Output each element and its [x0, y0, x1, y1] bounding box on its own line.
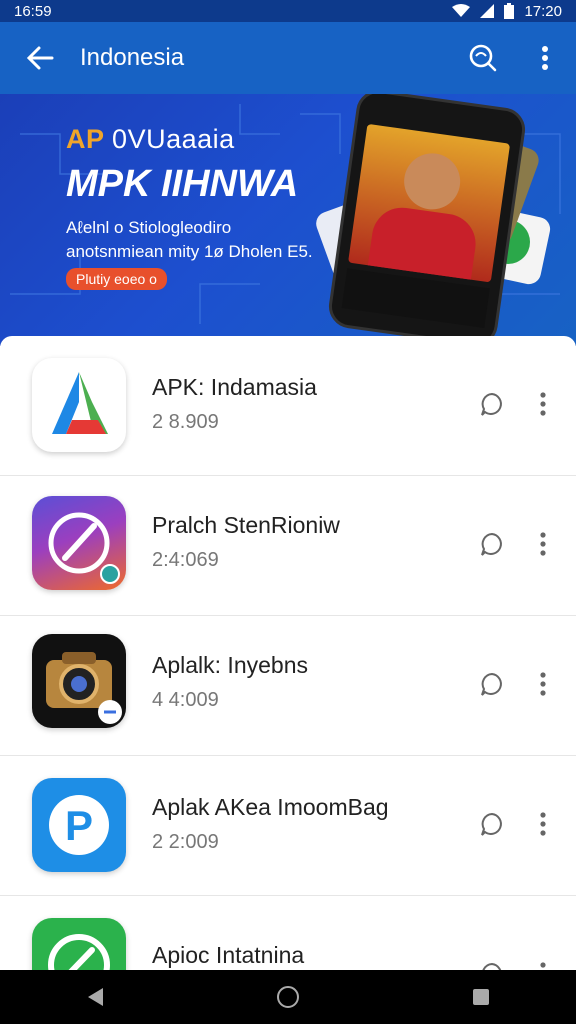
back-triangle-icon[interactable] [85, 986, 105, 1008]
search-icon [469, 44, 497, 72]
chat-icon [481, 812, 502, 836]
app-name: Aplalk: Inyebns [152, 652, 308, 678]
item-more-button[interactable] [528, 804, 558, 844]
system-nav-bar [0, 970, 576, 1024]
back-button[interactable] [0, 22, 80, 94]
item-text: APK: Indamasia 2 8.909 [152, 374, 317, 434]
app-name: Aplak AKea ImoomBag [152, 794, 389, 820]
chat-button[interactable] [472, 954, 512, 970]
item-text: Apioc Intatnina [152, 942, 304, 969]
presenter-shirt [366, 203, 480, 283]
list-item[interactable]: APK: Indamasia 2 8.909 [0, 336, 576, 476]
home-circle-icon[interactable] [276, 985, 300, 1009]
chat-button[interactable] [472, 524, 512, 564]
banner-headline-2: MPK IIHNWA [66, 163, 299, 205]
more-vert-icon [540, 392, 546, 416]
more-options-button[interactable] [514, 22, 576, 94]
check-logo-icon [48, 934, 110, 970]
banner-subtitle-1: Aℓelnl o Stiologleodiro [66, 218, 232, 237]
p-logo-icon: P [49, 795, 109, 855]
app-icon [32, 496, 126, 590]
item-text: Aplalk: Inyebns 4 4:009 [152, 652, 308, 712]
phone-screen [348, 123, 511, 283]
more-vert-icon [540, 812, 546, 836]
more-vert-icon [540, 532, 546, 556]
promo-banner[interactable]: AP 0VUaaaia MPK IIHNWA Aℓelnl o Stiologl… [0, 94, 576, 346]
app-list: APK: Indamasia 2 8.909 Pralch StenRioniw… [0, 336, 576, 970]
list-item[interactable]: Pralch StenRioniw 2:4:069 [0, 476, 576, 616]
presenter-face [400, 149, 464, 213]
signal-icon [480, 4, 495, 18]
list-item[interactable]: Aplalk: Inyebns 4 4:009 [0, 616, 576, 756]
wifi-icon [452, 4, 471, 17]
recents-square-icon[interactable] [471, 987, 491, 1007]
more-vert-icon [542, 46, 548, 70]
item-more-button[interactable] [528, 384, 558, 424]
compass-logo-icon [48, 512, 120, 584]
a-logo-icon [52, 372, 108, 434]
battery-icon [504, 3, 515, 19]
banner-headline-accent: AP [66, 124, 105, 154]
status-time-right: 17:20 [524, 2, 562, 20]
item-text: Pralch StenRioniw 2:4:069 [152, 512, 340, 572]
svg-text:P: P [65, 802, 93, 849]
list-item[interactable]: Apioc Intatnina [0, 896, 576, 970]
app-meta: 4 4:009 [152, 689, 219, 711]
app-meta: 2:4:069 [152, 549, 219, 571]
app-name: Apioc Intatnina [152, 942, 305, 968]
list-item[interactable]: P Aplak AKea ImoomBag 2 2:009 [0, 756, 576, 896]
item-more-button[interactable] [528, 524, 558, 564]
chat-icon [481, 392, 502, 416]
chat-icon [481, 672, 502, 696]
arrow-left-icon [26, 46, 54, 70]
banner-subtitle-2: anotsnmiean mity 1ø Dholen E5. [66, 242, 313, 261]
chat-button[interactable] [472, 664, 512, 704]
chat-icon [481, 532, 502, 556]
banner-headline-rest: 0VUaaaia [112, 124, 235, 154]
chat-button[interactable] [472, 384, 512, 424]
status-bar: 16:59 17:20 [0, 0, 576, 22]
app-name: APK: Indamasia [152, 374, 317, 400]
banner-cta-button[interactable]: Plutiy eoeo o [66, 268, 167, 290]
more-vert-icon [540, 962, 546, 968]
app-icon [32, 634, 126, 728]
item-more-button[interactable] [528, 664, 558, 704]
page-title: Indonesia [80, 44, 185, 71]
item-more-button[interactable] [528, 954, 558, 970]
banner-headline-1: AP 0VUaaaia [66, 124, 313, 155]
banner-text: AP 0VUaaaia MPK IIHNWA Aℓelnl o Stiologl… [66, 124, 313, 290]
app-meta: 2 2:009 [152, 831, 219, 853]
app-meta: 2 8.909 [152, 411, 219, 433]
chat-icon [482, 962, 502, 970]
app-name: Pralch StenRioniw [152, 512, 340, 538]
app-icon: P [32, 778, 126, 872]
item-text: Aplak AKea ImoomBag 2 2:009 [152, 794, 389, 854]
app-icon [32, 358, 126, 452]
camera-logo-icon [46, 652, 122, 724]
status-time-left: 16:59 [14, 2, 52, 20]
more-vert-icon [540, 672, 546, 696]
phone-illustration [326, 94, 528, 346]
search-button[interactable] [452, 22, 514, 94]
app-icon [32, 918, 126, 970]
chat-button[interactable] [472, 804, 512, 844]
app-bar: Indonesia [0, 22, 576, 94]
status-icons: 17:20 [452, 3, 562, 20]
